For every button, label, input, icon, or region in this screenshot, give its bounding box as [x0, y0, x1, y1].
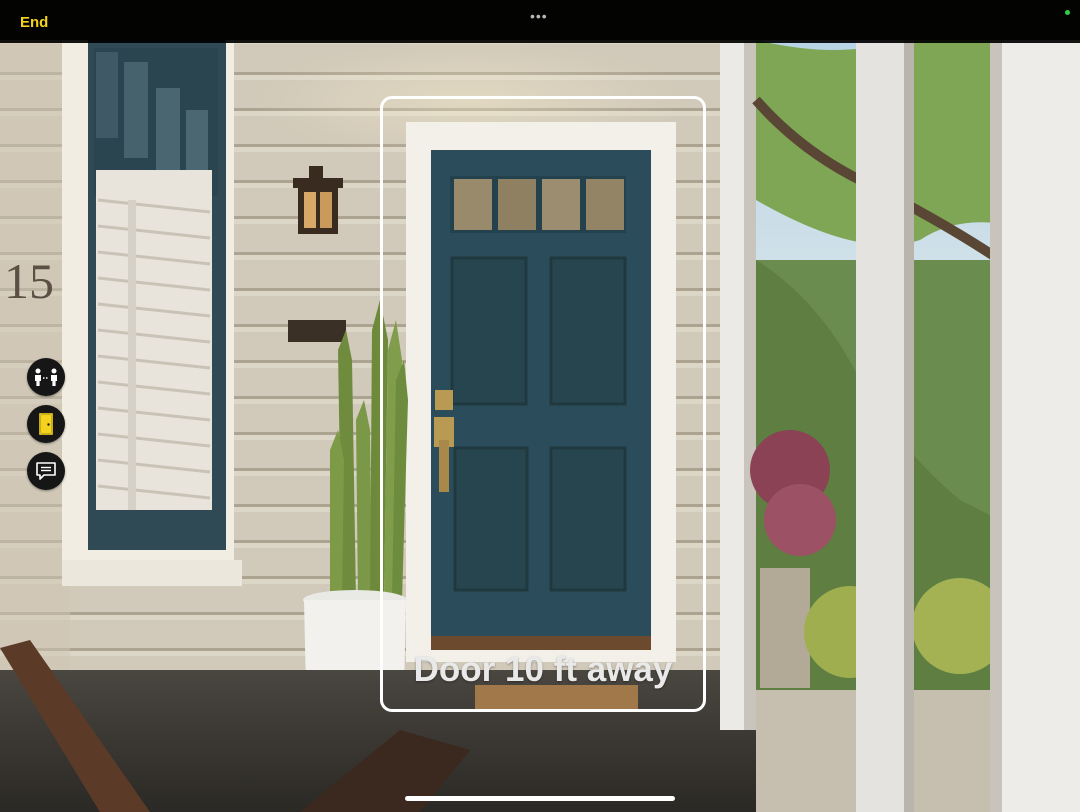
detection-label: Door 10 ft away	[413, 650, 673, 689]
house-number: 15	[4, 253, 54, 309]
door-detection-button[interactable]	[27, 405, 65, 443]
mail-slot	[288, 320, 346, 342]
door-detection-box	[380, 96, 706, 712]
camera-view: 15 End ••• Door 10 ft away	[0, 0, 1080, 812]
home-indicator[interactable]	[405, 796, 675, 801]
text-detection-button[interactable]	[27, 452, 65, 490]
window	[62, 40, 242, 586]
ellipsis-icon[interactable]: •••	[530, 8, 548, 24]
door-icon	[39, 413, 53, 435]
text-bubble-icon	[36, 462, 56, 480]
end-button[interactable]: End	[20, 14, 48, 31]
camera-indicator-icon	[1065, 10, 1070, 15]
people-distance-icon	[35, 368, 57, 386]
people-detection-button[interactable]	[27, 358, 65, 396]
top-bar: End •••	[0, 0, 1080, 43]
detection-mode-toolbar	[27, 358, 65, 499]
